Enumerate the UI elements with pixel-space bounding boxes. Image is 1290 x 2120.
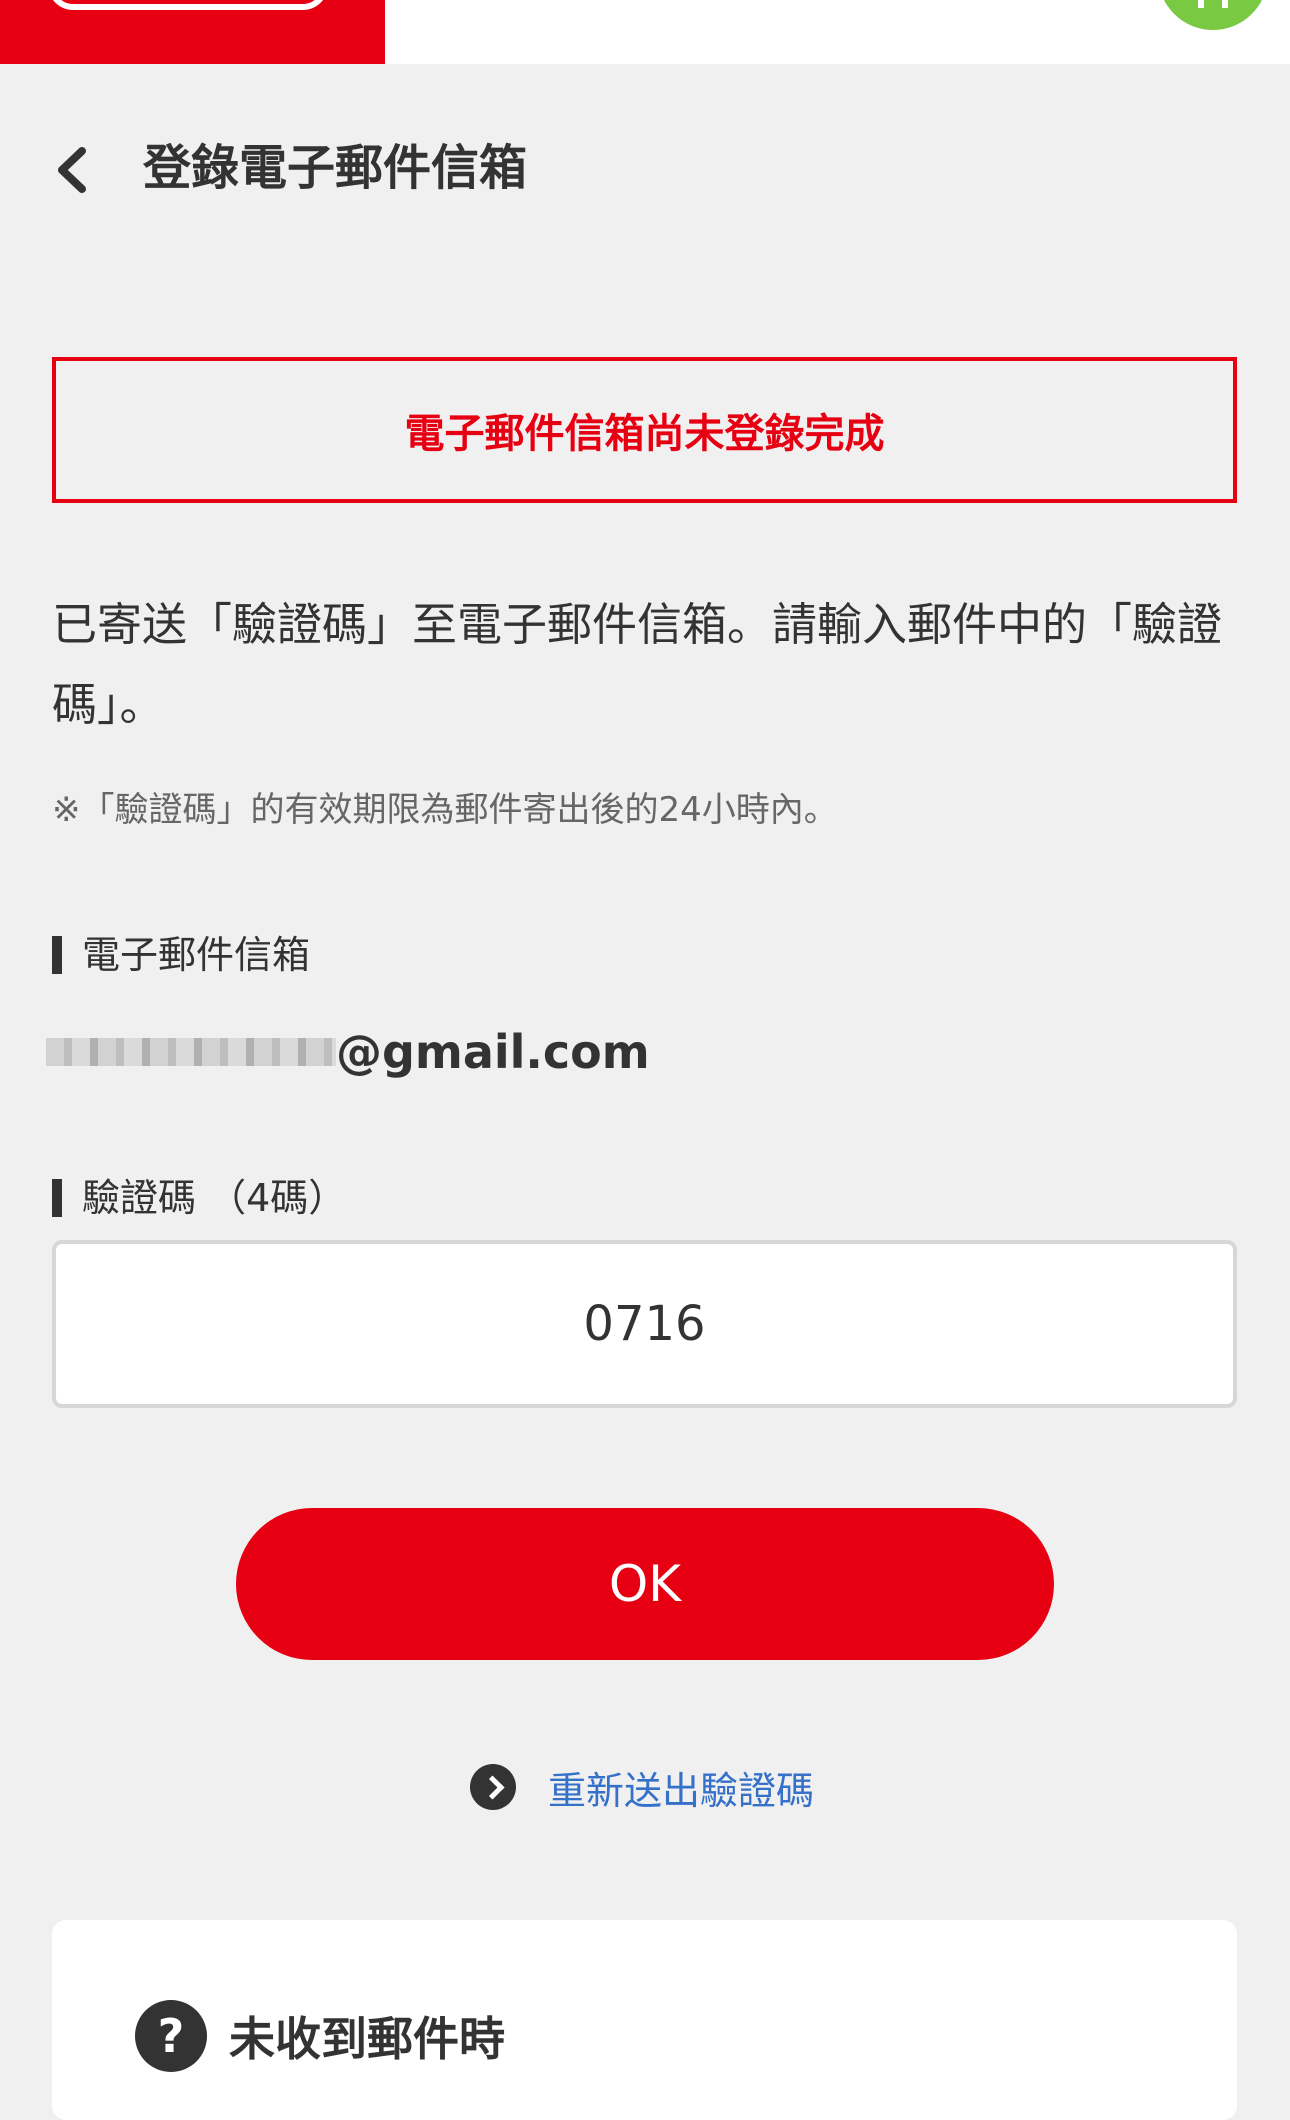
ok-button[interactable]: OK [236, 1508, 1054, 1660]
top-header [0, 0, 1290, 64]
email-redacted [46, 1038, 336, 1066]
help-header[interactable]: ? 未收到郵件時 [135, 2000, 505, 2072]
resend-code-link[interactable]: 重新送出驗證碼 [470, 1762, 815, 1813]
instruction-text: 已寄送「驗證碼」至電子郵件信箱。請輸入郵件中的「驗證碼」。 [52, 598, 1223, 731]
question-icon: ? [135, 2000, 207, 2072]
email-label: 電子郵件信箱 [52, 930, 310, 980]
email-value: @gmail.com [46, 1022, 650, 1082]
page-title: 登錄電子郵件信箱 [143, 140, 528, 196]
email-label-text: 電子郵件信箱 [82, 933, 311, 977]
chevron-left-icon[interactable] [50, 145, 94, 195]
avatar-icon [1198, 0, 1228, 8]
resend-code-text: 重新送出驗證碼 [548, 1768, 815, 1813]
help-card[interactable]: ? 未收到郵件時 [52, 1920, 1237, 2120]
help-title: 未收到郵件時 [229, 2012, 505, 2066]
error-alert-box: 電子郵件信箱尚未登錄完成 [52, 357, 1237, 503]
error-alert-text: 電子郵件信箱尚未登錄完成 [404, 411, 885, 457]
verification-code-label-text: 驗證碼 （4碼） [82, 1176, 347, 1220]
email-domain: @gmail.com [336, 1025, 650, 1079]
label-marker [52, 1179, 62, 1217]
expiry-note: ※「驗證碼」的有效期限為郵件寄出後的24小時內。 [52, 790, 838, 830]
verification-code-input[interactable] [52, 1240, 1237, 1408]
verification-code-label: 驗證碼 （4碼） [52, 1173, 346, 1223]
brand-logo[interactable] [0, 0, 385, 64]
chevron-right-circle-icon [470, 1764, 516, 1810]
label-marker [52, 936, 62, 974]
brand-logo-outline [48, 0, 328, 10]
user-avatar[interactable] [1158, 0, 1268, 30]
